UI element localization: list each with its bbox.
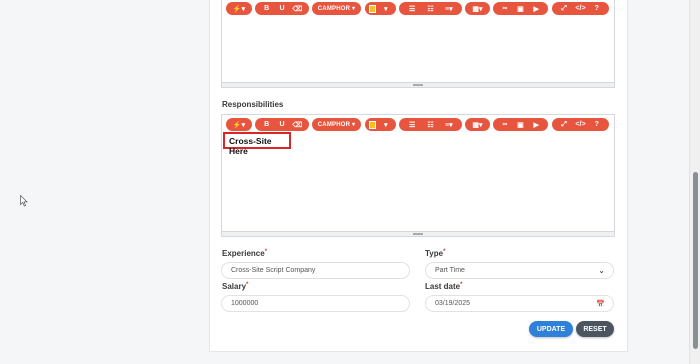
salary-label: Salary* <box>222 282 248 291</box>
last-date-label-text: Last date <box>425 282 461 291</box>
last-date-value: 03/19/2025 <box>435 300 471 307</box>
chevron-down-icon: ⌄ <box>598 266 605 275</box>
eraser-icon[interactable]: ⌫ <box>291 118 303 131</box>
help-icon[interactable]: ? <box>591 118 603 131</box>
magic-group[interactable]: ⚡▾ <box>226 2 252 15</box>
eraser-icon[interactable]: ⌫ <box>291 2 303 15</box>
table-group[interactable]: ▦▾ <box>465 118 490 131</box>
salary-label-text: Salary <box>222 282 247 291</box>
font-group[interactable]: CAMPHOR ▾ <box>312 118 361 131</box>
fullscreen-icon[interactable]: ⤢ <box>558 2 570 15</box>
font-group[interactable]: CAMPHOR ▾ <box>312 2 361 15</box>
misc-group: ⤢ </> ? <box>552 118 609 131</box>
required-marker: * <box>443 249 446 255</box>
bold-button[interactable]: B <box>261 2 273 15</box>
grip-icon <box>413 84 423 86</box>
mouse-pointer-icon <box>20 195 28 207</box>
align-dropdown-icon[interactable]: ≡▾ <box>443 118 455 131</box>
color-dropdown-caret[interactable]: ▾ <box>380 118 392 131</box>
salary-input[interactable]: 1000000 <box>221 295 410 312</box>
underline-button[interactable]: U <box>276 118 288 131</box>
color-swatch-icon[interactable] <box>369 120 377 129</box>
description-editor[interactable]: ⚡▾ B U ⌫ CAMPHOR ▾ ▾ ☰ ☷ ≡▾ ▦▾ ∞ ▣ ▶ ⤢ <… <box>221 0 615 88</box>
reset-button[interactable]: RESET <box>576 321 614 337</box>
magic-wand-icon[interactable]: ⚡▾ <box>233 118 245 131</box>
scrollbar-thumb[interactable] <box>693 172 698 349</box>
type-select[interactable]: Part Time ⌄ <box>425 262 614 279</box>
calendar-icon[interactable]: 📅 <box>596 300 605 308</box>
image-icon[interactable]: ▣ <box>514 2 526 15</box>
color-swatch-icon[interactable] <box>369 4 377 13</box>
format-group: B U ⌫ <box>255 118 309 131</box>
page-scrollbar[interactable] <box>689 0 700 364</box>
font-dropdown[interactable]: CAMPHOR ▾ <box>318 118 355 131</box>
last-date-label: Last date* <box>425 282 462 291</box>
responsibilities-editor[interactable]: ⚡▾ B U ⌫ CAMPHOR ▾ ▾ ☰ ☷ ≡▾ ▦▾ ∞ ▣ ▶ ⤢ <… <box>221 114 615 237</box>
code-view-icon[interactable]: </> <box>574 2 586 15</box>
video-icon[interactable]: ▶ <box>530 2 542 15</box>
paragraph-group: ☰ ☷ ≡▾ <box>399 2 462 15</box>
paragraph-group: ☰ ☷ ≡▾ <box>399 118 462 131</box>
type-value: Part Time <box>435 267 465 274</box>
underline-button[interactable]: U <box>276 2 288 15</box>
salary-value: 1000000 <box>231 300 259 307</box>
experience-label-text: Experience <box>222 249 265 258</box>
unordered-list-icon[interactable]: ☰ <box>406 2 418 15</box>
format-group: B U ⌫ <box>255 2 309 15</box>
help-icon[interactable]: ? <box>591 2 603 15</box>
type-label-text: Type <box>425 249 444 258</box>
video-icon[interactable]: ▶ <box>530 118 542 131</box>
editor-resize-handle[interactable] <box>222 82 614 87</box>
link-icon[interactable]: ∞ <box>499 118 511 131</box>
table-icon[interactable]: ▦▾ <box>472 118 484 131</box>
image-icon[interactable]: ▣ <box>514 118 526 131</box>
required-marker: * <box>246 282 249 288</box>
responsibilities-label: Responsibilities <box>222 100 284 109</box>
update-button[interactable]: UPDATE <box>529 321 573 337</box>
ordered-list-icon[interactable]: ☷ <box>424 2 436 15</box>
unordered-list-icon[interactable]: ☰ <box>406 118 418 131</box>
magic-wand-icon[interactable]: ⚡▾ <box>233 2 245 15</box>
insert-group: ∞ ▣ ▶ <box>493 2 548 15</box>
magic-group[interactable]: ⚡▾ <box>226 118 252 131</box>
code-view-icon[interactable]: </> <box>574 118 586 131</box>
color-dropdown-caret[interactable]: ▾ <box>380 2 392 15</box>
editor-content-text[interactable]: Cross-Site Here <box>223 132 291 156</box>
required-marker: * <box>264 249 268 255</box>
ordered-list-icon[interactable]: ☷ <box>424 118 436 131</box>
required-marker: * <box>460 282 463 288</box>
editor-toolbar: ⚡▾ B U ⌫ CAMPHOR ▾ ▾ ☰ ☷ ≡▾ ▦▾ ∞ ▣ ▶ ⤢ <… <box>224 2 614 16</box>
color-group[interactable]: ▾ <box>365 2 396 15</box>
align-dropdown-icon[interactable]: ≡▾ <box>443 2 455 15</box>
misc-group: ⤢ </> ? <box>552 2 609 15</box>
grip-icon <box>413 233 423 235</box>
experience-input[interactable]: Cross-Site Script Company <box>221 262 410 279</box>
last-date-input[interactable]: 03/19/2025 📅 <box>425 295 614 312</box>
fullscreen-icon[interactable]: ⤢ <box>558 118 570 131</box>
link-icon[interactable]: ∞ <box>499 2 511 15</box>
font-dropdown[interactable]: CAMPHOR ▾ <box>318 2 355 15</box>
experience-label: Experience* <box>222 249 267 258</box>
table-icon[interactable]: ▦▾ <box>472 2 484 15</box>
editor-toolbar: ⚡▾ B U ⌫ CAMPHOR ▾ ▾ ☰ ☷ ≡▾ ▦▾ ∞ ▣ ▶ ⤢ <… <box>224 118 614 132</box>
type-label: Type* <box>425 249 445 258</box>
color-group[interactable]: ▾ <box>365 118 396 131</box>
experience-value: Cross-Site Script Company <box>231 267 316 274</box>
bold-button[interactable]: B <box>261 118 273 131</box>
table-group[interactable]: ▦▾ <box>465 2 490 15</box>
editor-resize-handle[interactable] <box>222 231 614 236</box>
insert-group: ∞ ▣ ▶ <box>493 118 548 131</box>
